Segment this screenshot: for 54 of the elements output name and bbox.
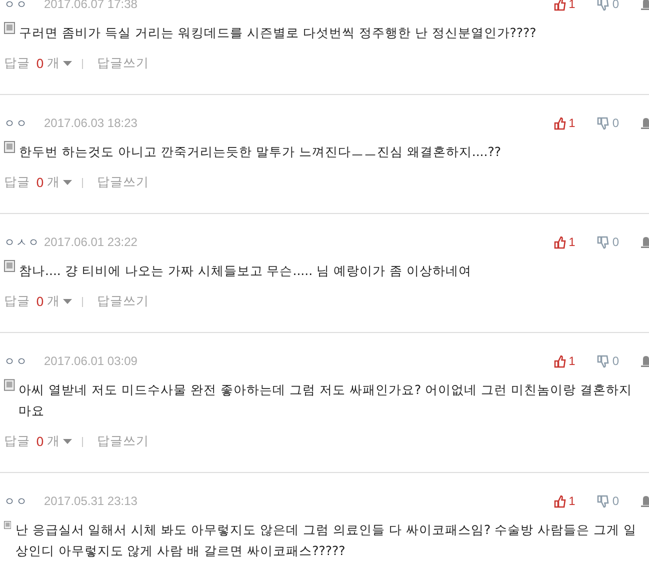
thumbs-down-icon (597, 116, 610, 130)
like-button[interactable]: 1 (554, 235, 576, 249)
siren-icon[interactable] (641, 117, 649, 129)
replies-toggle[interactable]: 답글 0 개 (4, 293, 72, 310)
siren-icon[interactable] (641, 495, 649, 507)
caret-icon (62, 439, 72, 444)
dislike-button[interactable]: 0 (597, 494, 619, 508)
dislike-button[interactable]: 0 (597, 354, 619, 368)
replies-toggle[interactable]: 답글 0 개 (4, 433, 72, 450)
siren-icon[interactable] (641, 236, 649, 248)
thumbs-down-icon (597, 354, 610, 368)
thumbs-up-icon (554, 494, 566, 508)
thumbs-down-icon (597, 0, 610, 10)
dislike-button[interactable]: 0 (597, 235, 619, 249)
author-name[interactable]: ㅇㅅㅇ (4, 234, 44, 250)
thumbs-up-icon (554, 354, 566, 368)
write-reply-link[interactable]: 답글쓰기 (96, 293, 149, 310)
comment-text: 한두번 하는것도 아니고 깐죽거리는듯한 말투가 느껴진다ㅡㅡ진심 왜결혼하지....?? (19, 143, 502, 161)
like-button[interactable]: 1 (554, 494, 576, 508)
thumbs-up-icon (554, 116, 566, 130)
replies-toggle[interactable]: 답글 0 개 (4, 55, 72, 72)
memo-icon (4, 379, 15, 391)
author-name[interactable]: ㅇㅇ (4, 0, 44, 12)
author-name[interactable]: ㅇㅇ (4, 354, 44, 368)
memo-icon (4, 519, 12, 531)
caret-icon (62, 180, 72, 185)
comment-text: 참나.... 걍 티비에 나오는 가짜 시체들보고 무슨..... 님 예랑이가 좀 이상하네여 (19, 262, 472, 280)
like-button[interactable]: 1 (554, 354, 576, 368)
caret-icon (62, 61, 72, 66)
thumbs-up-icon (554, 0, 566, 10)
like-button[interactable]: 1 (554, 0, 576, 11)
comment-date: 2017.06.01 03:09 (44, 354, 138, 368)
memo-icon (4, 260, 15, 272)
comment-text: 난 응급실서 일해서 시체 봐도 아무렇지도 않은데 그럼 의료인들 다 싸이코패스임? 수술방 사람들은 그게 일상인디 아무렇지도 않게 사람 배 갈르면 싸이코패스????? (15, 521, 638, 560)
dislike-button[interactable]: 0 (597, 116, 619, 130)
write-reply-link[interactable]: 답글쓰기 (96, 55, 149, 72)
comment-text: 구러면 좀비가 득실 거리는 워킹데드를 시즌별로 다섯번씩 정주행한 난 정신분열인가???? (19, 24, 536, 42)
siren-icon[interactable] (641, 355, 649, 367)
comment-date: 2017.06.03 18:23 (44, 116, 138, 130)
comment-text: 아씨 열받네 저도 미드수사물 완전 좋아하는데 그럼 저도 싸패인가요? 어이없네 그런 미친놈이랑 결혼하지 마요 (18, 381, 634, 420)
author-name[interactable]: ㅇㅇ (4, 116, 44, 130)
thumbs-down-icon (597, 494, 610, 508)
comment-date: 2017.06.01 23:22 (44, 235, 138, 249)
replies-toggle[interactable]: 답글 0 개 (4, 174, 72, 191)
write-reply-link[interactable]: 답글쓰기 (96, 174, 149, 191)
write-reply-link[interactable]: 답글쓰기 (96, 433, 149, 450)
comment-date: 2017.05.31 23:13 (44, 494, 138, 508)
memo-icon (4, 141, 15, 153)
like-button[interactable]: 1 (554, 116, 576, 130)
author-name[interactable]: ㅇㅇ (4, 494, 44, 508)
memo-icon (4, 22, 15, 34)
thumbs-up-icon (554, 236, 566, 248)
caret-icon (62, 299, 72, 304)
thumbs-down-icon (597, 236, 610, 248)
